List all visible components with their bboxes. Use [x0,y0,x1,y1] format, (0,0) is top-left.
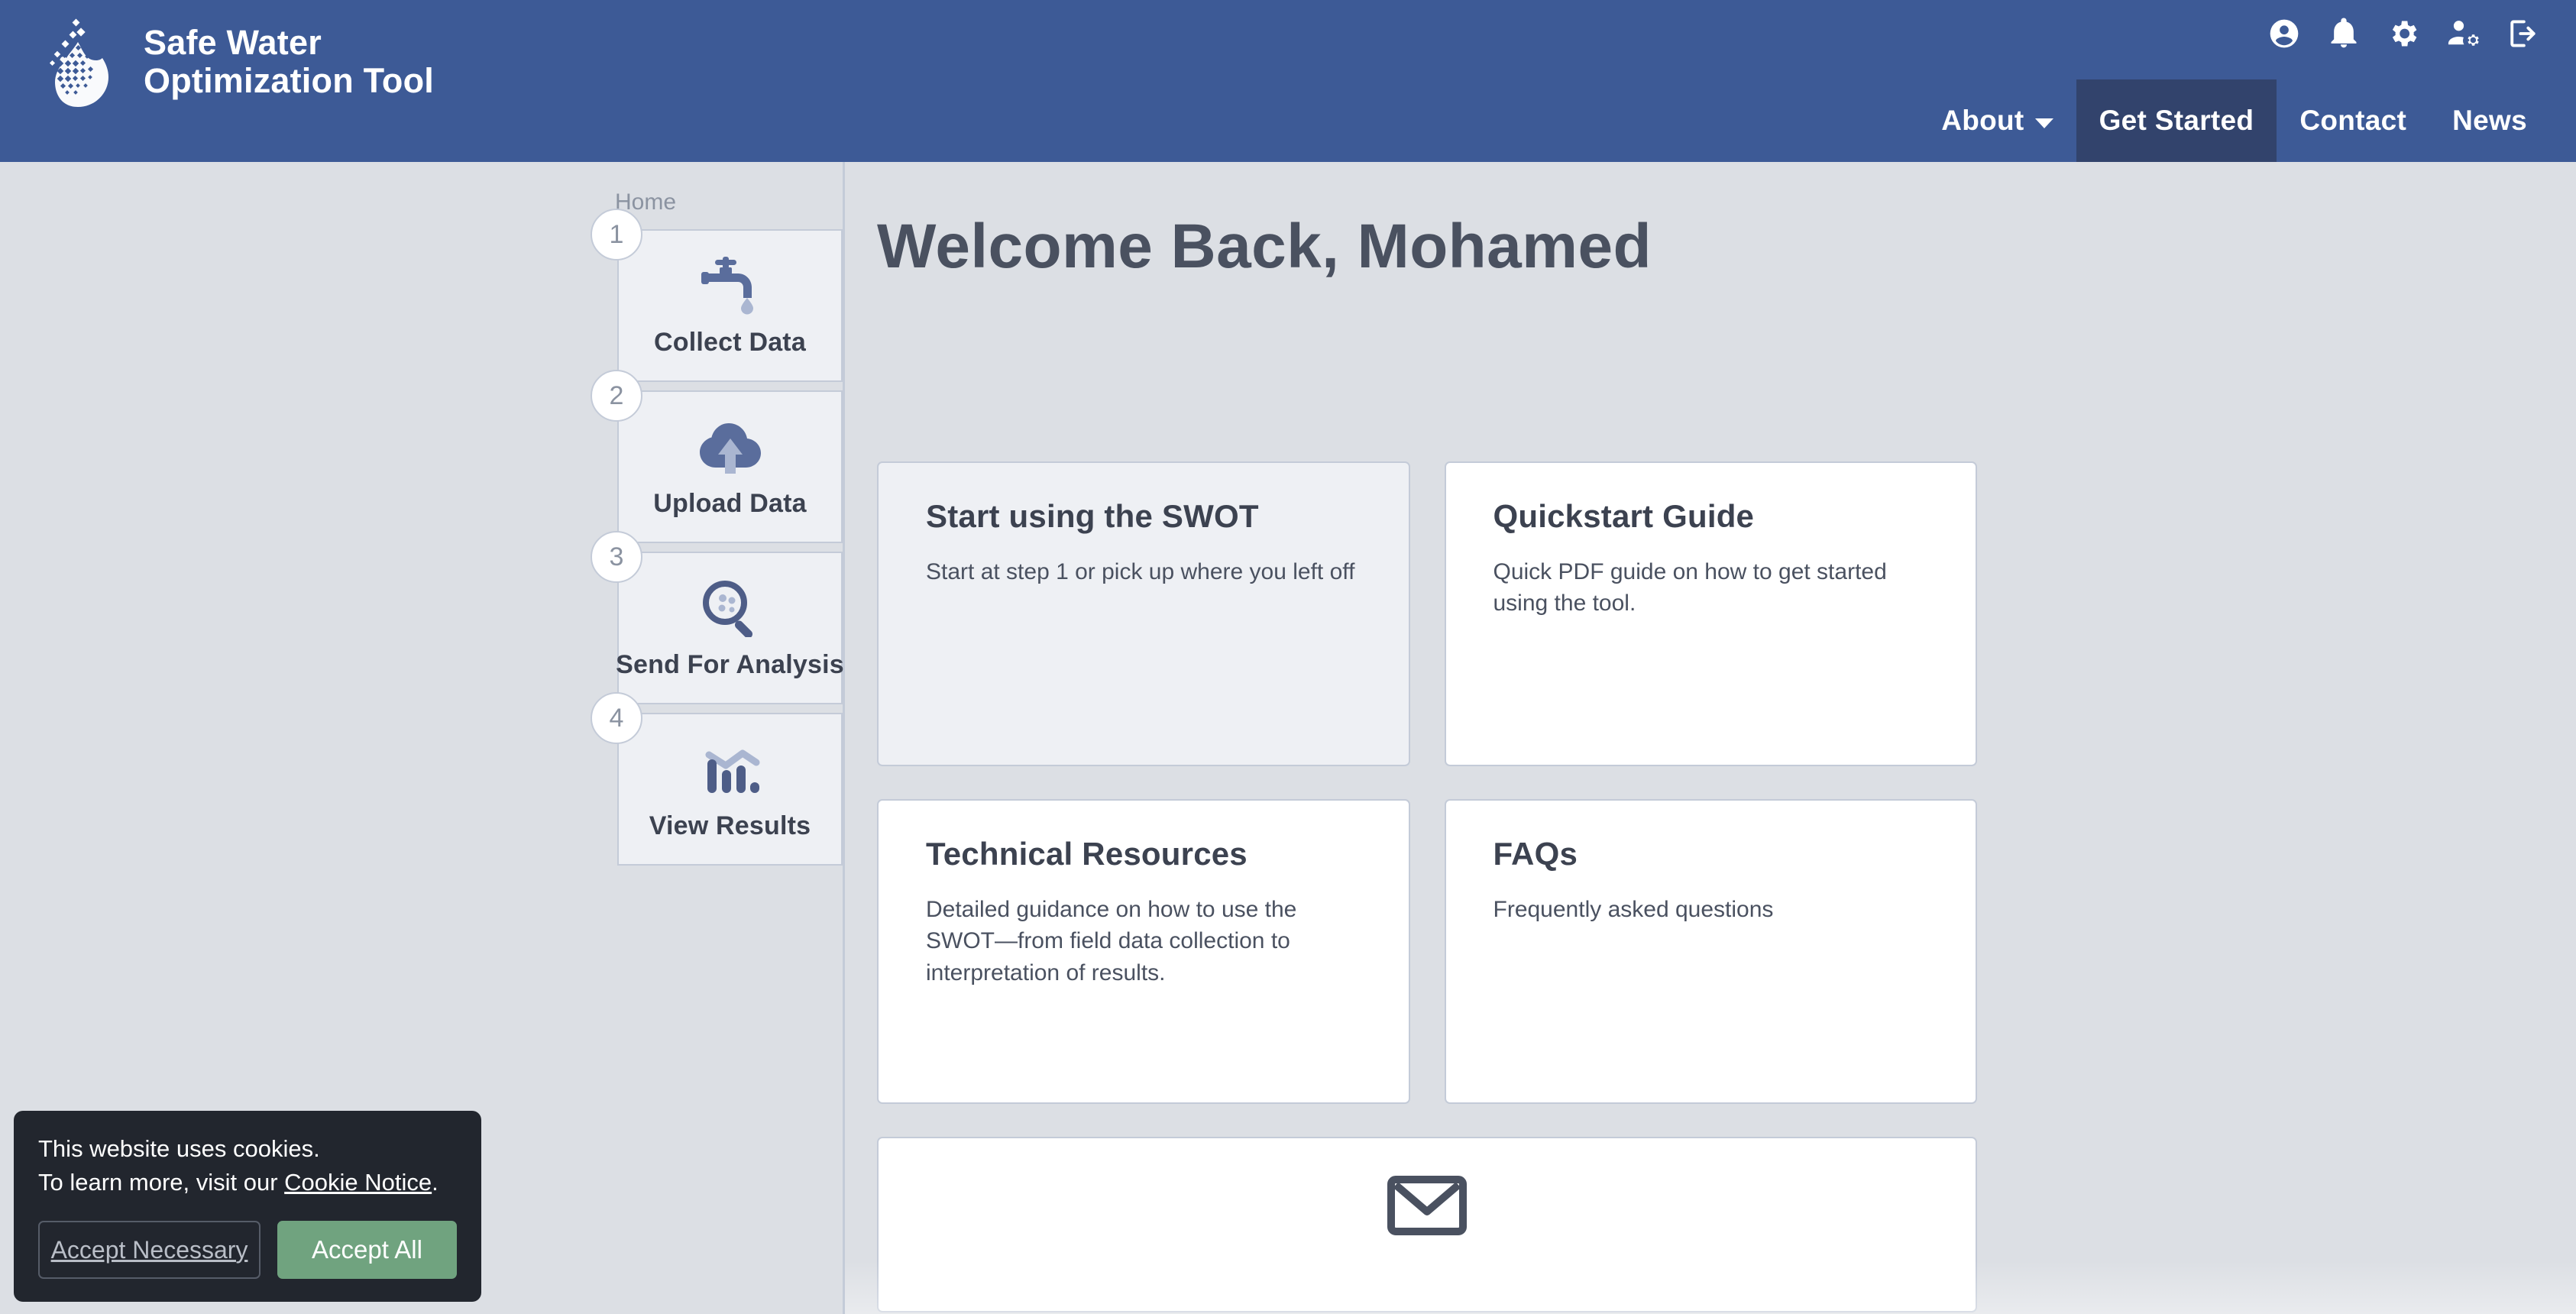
step-send-for-analysis[interactable]: 3 Send For Analysis [591,531,844,704]
card-contact-mail[interactable] [877,1137,1977,1312]
nav-item-about-label: About [1941,105,2024,136]
nav-item-contact-label: Contact [2299,105,2407,136]
brand[interactable]: Safe Water Optimization Tool [40,17,434,107]
step-upload-data[interactable]: 2 Upload Data [591,370,843,543]
step-number-badge: 4 [591,692,642,744]
brand-title-line1: Safe Water [144,22,322,62]
step-number-badge: 1 [591,209,642,261]
faucet-drop-icon [698,254,762,317]
user-cog-icon[interactable] [2446,17,2480,50]
cookie-banner-text: This website uses cookies. To learn more… [38,1132,457,1199]
card-faqs[interactable]: FAQs Frequently asked questions [1444,799,1977,1104]
gear-icon[interactable] [2387,17,2420,50]
cookie-banner-line1: This website uses cookies. [38,1134,320,1162]
step-label: Collect Data [654,327,806,357]
card-technical-resources[interactable]: Technical Resources Detailed guidance on… [877,799,1410,1104]
nav-item-get-started[interactable]: Get Started [2076,79,2277,170]
card-title: Start using the SWOT [926,498,1259,534]
nav-item-get-started-label: Get Started [2099,105,2254,136]
step-number-badge: 3 [591,531,642,583]
card-title: FAQs [1493,836,1578,872]
magnifier-dots-icon [701,577,759,639]
card-description: Start at step 1 or pick up where you lef… [926,559,1355,584]
main-navigation: About Get Started Contact News [1918,79,2550,170]
card-description: Detailed guidance on how to use the SWOT… [926,897,1297,986]
card-row-bottom: Technical Resources Detailed guidance on… [877,799,1977,1104]
header-icon-bar [2267,17,2539,50]
bell-icon[interactable] [2327,17,2361,50]
cookie-notice-link[interactable]: Cookie Notice [284,1169,432,1196]
step-view-results[interactable]: 4 View Results [591,692,843,866]
envelope-icon [1387,1175,1467,1236]
step-label: Upload Data [653,488,807,518]
card-row-top: Start using the SWOT Start at step 1 or … [877,461,1977,766]
cookie-banner-actions: Accept Necessary Accept All [38,1221,457,1279]
steps-sidebar: 1 Collect Data 2 Upload Data 3 Send For … [591,209,844,874]
accept-necessary-button[interactable]: Accept Necessary [38,1221,261,1279]
chevron-down-icon [2034,118,2053,128]
card-start-using-the-swot[interactable]: Start using the SWOT Start at step 1 or … [877,461,1410,766]
bar-chart-trend-icon [700,738,761,801]
card-title: Technical Resources [926,836,1248,872]
account-circle-icon[interactable] [2267,17,2301,50]
card-title: Quickstart Guide [1493,498,1755,534]
cloud-upload-icon [699,416,762,478]
main-panel: Welcome Back, Mohamed Start using the SW… [845,162,2576,1314]
nav-item-about[interactable]: About [1918,79,2076,162]
nav-item-news[interactable]: News [2429,79,2550,162]
card-description: Frequently asked questions [1493,897,1774,922]
step-collect-data[interactable]: 1 Collect Data [591,209,843,382]
cookie-consent-banner: This website uses cookies. To learn more… [14,1110,481,1302]
nav-item-contact[interactable]: Contact [2277,79,2429,162]
brand-title-line2: Optimization Tool [144,61,435,100]
logout-icon[interactable] [2506,17,2539,50]
cookie-banner-line2-suffix: . [432,1168,439,1196]
cookie-banner-line2-prefix: To learn more, visit our [38,1168,285,1196]
nav-item-news-label: News [2452,105,2527,136]
page-title: Welcome Back, Mohamed [877,212,1652,281]
card-quickstart-guide[interactable]: Quickstart Guide Quick PDF guide on how … [1444,461,1977,766]
step-label: View Results [649,811,811,840]
cards-grid: Start using the SWOT Start at step 1 or … [877,461,1977,1312]
card-description: Quick PDF guide on how to get started us… [1493,559,1887,617]
step-label: Send For Analysis [616,649,844,679]
accept-all-button[interactable]: Accept All [277,1221,457,1279]
page-root: Safe Water Optimization Tool About Get S… [0,0,2576,1314]
site-header: Safe Water Optimization Tool About Get S… [0,0,2576,170]
cookie-banner-line2: To learn more, visit our Cookie Notice. [38,1166,457,1199]
brand-title: Safe Water Optimization Tool [144,22,435,101]
water-droplet-dots-logo [40,17,116,107]
step-number-badge: 2 [591,370,642,422]
